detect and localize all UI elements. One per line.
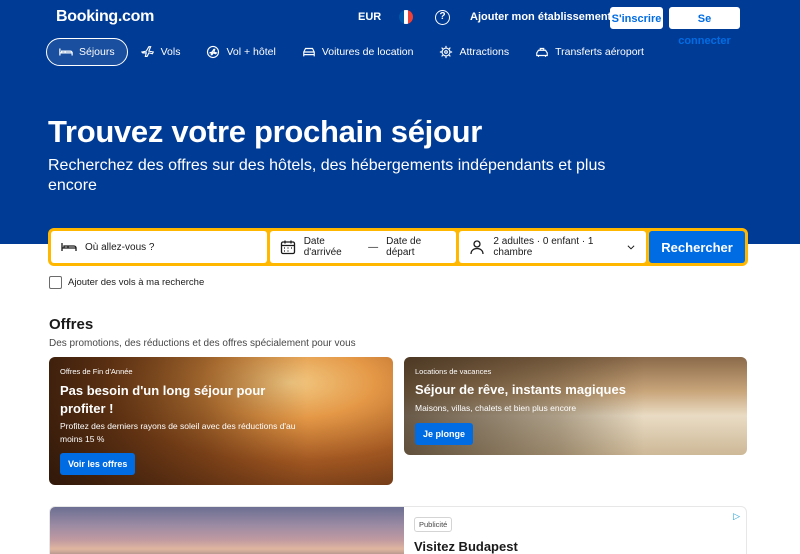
date-separator: —	[368, 241, 379, 253]
search-bar: Où allez-vous ? Date d'arrivée — Date de…	[48, 228, 748, 266]
chevron-down-icon	[627, 245, 635, 250]
offer-title: Pas besoin d'un long séjour pour profite…	[60, 383, 266, 416]
register-button[interactable]: S'inscrire	[610, 7, 663, 29]
nav-item-airport-taxi[interactable]: Transferts aéroport	[522, 38, 657, 66]
offer-description: Maisons, villas, chalets et bien plus en…	[415, 403, 577, 413]
offer-tag: Locations de vacances	[415, 367, 492, 376]
nav-label: Séjours	[79, 46, 115, 58]
offer-card-year-end[interactable]: Offres de Fin d'Année Pas besoin d'un lo…	[49, 357, 393, 485]
offer-description: Profitez des derniers rayons de soleil a…	[60, 421, 296, 444]
add-flights-label: Ajouter des vols à ma recherche	[68, 277, 205, 288]
ad-choices-icon[interactable]: ▷	[733, 511, 740, 522]
see-deals-button[interactable]: Voir les offres	[60, 453, 136, 475]
list-property-link[interactable]: Ajouter mon établissement	[470, 11, 611, 23]
ad-badge: Publicité	[414, 517, 453, 532]
bed-icon	[59, 48, 73, 56]
add-flights-checkbox-row[interactable]: Ajouter des vols à ma recherche	[49, 276, 204, 289]
sign-in-button[interactable]: Se connecter	[669, 7, 740, 47]
nav-item-attractions[interactable]: Attractions	[426, 38, 522, 66]
checkin-label: Date d'arrivée	[303, 236, 342, 258]
nav-label: Vol + hôtel	[226, 46, 276, 58]
nav-label: Transferts aéroport	[555, 46, 644, 58]
destination-input[interactable]: Où allez-vous ?	[51, 231, 267, 263]
hero-title: Trouvez votre prochain séjour	[48, 114, 483, 149]
dive-in-button[interactable]: Je plonge	[415, 423, 474, 445]
date-picker[interactable]: Date d'arrivée — Date de départ	[269, 231, 457, 263]
search-button[interactable]: Rechercher	[649, 231, 745, 263]
ad-title[interactable]: Visitez Budapest	[414, 539, 518, 554]
checkout-label: Date de départ	[386, 236, 422, 258]
language-flag-icon[interactable]	[399, 10, 413, 24]
destination-placeholder: Où allez-vous ?	[85, 241, 155, 253]
hero-banner: Booking.com EUR ? Ajouter mon établissem…	[0, 0, 800, 244]
offers-title: Offres	[49, 316, 94, 333]
help-icon[interactable]: ?	[435, 10, 450, 25]
currency-button[interactable]: EUR	[358, 11, 381, 23]
attractions-icon	[440, 45, 453, 59]
nav-item-stays[interactable]: Séjours	[46, 38, 128, 66]
bed-icon	[61, 243, 77, 251]
guests-selector[interactable]: 2 adultes · 0 enfant · 1 chambre	[459, 231, 647, 263]
product-nav: Séjours Vols Vol + hôtel Voitures de loc…	[46, 38, 657, 66]
offer-tag: Offres de Fin d'Année	[60, 367, 133, 376]
offer-card-vacation-rentals[interactable]: Locations de vacances Séjour de rêve, in…	[404, 357, 747, 455]
calendar-icon	[280, 240, 295, 255]
offers-subtitle: Des promotions, des réductions et des of…	[49, 338, 356, 349]
guests-summary: 2 adultes · 0 enfant · 1 chambre	[493, 236, 594, 258]
person-icon	[470, 240, 485, 255]
nav-label: Vols	[160, 46, 181, 58]
plane-hotel-icon	[207, 45, 220, 59]
ad-image	[50, 507, 404, 554]
nav-item-car-rental[interactable]: Voitures de location	[289, 38, 427, 66]
nav-item-flight-hotel[interactable]: Vol + hôtel	[193, 38, 288, 66]
plane-icon	[140, 46, 154, 57]
taxi-icon	[536, 47, 548, 57]
nav-item-flights[interactable]: Vols	[128, 38, 194, 66]
add-flights-checkbox[interactable]	[49, 276, 62, 289]
offer-title: Séjour de rêve, instants magiques	[415, 382, 626, 397]
nav-label: Voitures de location	[321, 46, 414, 58]
booking-logo[interactable]: Booking.com	[56, 8, 154, 26]
car-icon	[302, 47, 315, 57]
ad-banner[interactable]: Publicité Visitez Budapest ▷	[49, 506, 747, 554]
hero-subtitle: Recherchez des offres sur des hôtels, de…	[48, 157, 606, 194]
nav-label: Attractions	[459, 46, 510, 58]
